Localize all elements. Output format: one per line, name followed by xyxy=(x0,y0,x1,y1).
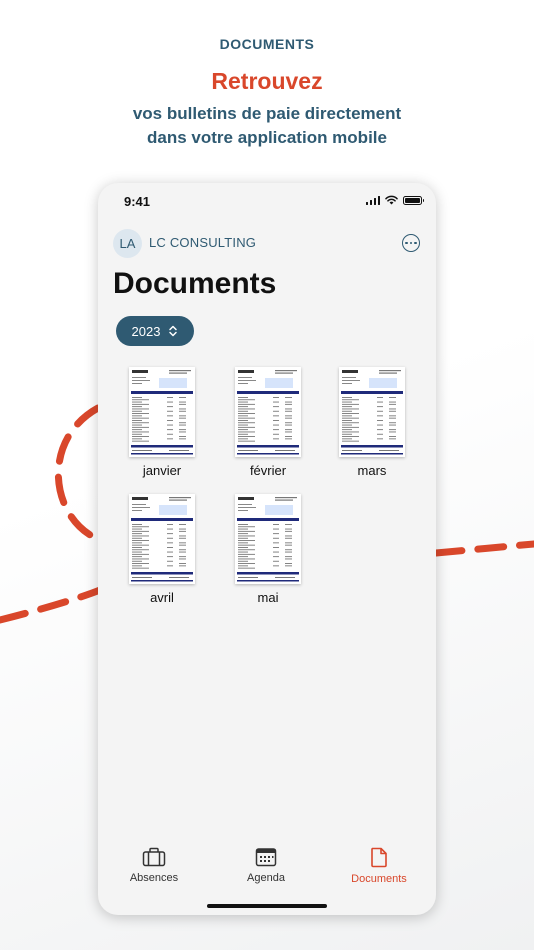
status-icons xyxy=(365,195,424,205)
briefcase-icon xyxy=(142,847,166,867)
document-label: avril xyxy=(150,590,174,605)
avatar[interactable]: LA xyxy=(113,229,142,258)
payslip-thumbnail xyxy=(235,494,301,584)
tab-label: Agenda xyxy=(247,872,285,884)
page-title: Documents xyxy=(113,267,277,300)
promo-title: Retrouvez xyxy=(211,68,323,94)
chevron-up-down-icon xyxy=(169,325,178,337)
tab-label: Documents xyxy=(351,873,407,885)
calendar-icon xyxy=(255,848,277,867)
document-label: mai xyxy=(257,590,279,605)
document-item-mars[interactable]: mars xyxy=(338,367,406,478)
payslip-thumbnail xyxy=(339,367,405,457)
promo-subtitle-line2: dans votre application mobile xyxy=(147,128,387,147)
document-label: janvier xyxy=(142,463,182,478)
status-time: 9:41 xyxy=(124,194,151,209)
phone-screen: 9:41 LA LC CONSULTING Documents 2023 jan… xyxy=(98,183,436,915)
payslip-thumbnail xyxy=(129,367,195,457)
ellipsis-circle-icon[interactable] xyxy=(402,234,420,252)
home-indicator[interactable] xyxy=(207,904,327,908)
document-item-mai[interactable]: mai xyxy=(234,494,302,605)
payslip-thumbnail xyxy=(129,494,195,584)
tab-agenda[interactable]: Agenda xyxy=(216,847,316,884)
year-selector[interactable]: 2023 xyxy=(116,316,194,346)
promo-subtitle-line1: vos bulletins de paie directement xyxy=(132,104,402,123)
document-item-avril[interactable]: avril xyxy=(128,494,196,605)
payslip-thumbnail xyxy=(235,367,301,457)
document-icon xyxy=(371,847,387,868)
document-item-fevrier[interactable]: février xyxy=(234,367,302,478)
promo-kicker: DOCUMENTS xyxy=(219,36,315,52)
promo-subtitle: vos bulletins de paie directement dans v… xyxy=(0,102,534,150)
cellular-signal-icon xyxy=(365,195,380,205)
tab-label: Absences xyxy=(129,872,179,884)
company-name[interactable]: LC CONSULTING xyxy=(149,235,256,250)
battery-icon xyxy=(403,195,424,205)
tab-absences[interactable]: Absences xyxy=(104,847,204,884)
tab-documents[interactable]: Documents xyxy=(329,847,429,885)
document-label: février xyxy=(249,463,287,478)
document-item-janvier[interactable]: janvier xyxy=(128,367,196,478)
wifi-icon xyxy=(385,195,398,205)
year-value: 2023 xyxy=(131,323,161,339)
document-label: mars xyxy=(357,463,387,478)
tab-bar: Absences Agenda Documents xyxy=(98,835,436,915)
